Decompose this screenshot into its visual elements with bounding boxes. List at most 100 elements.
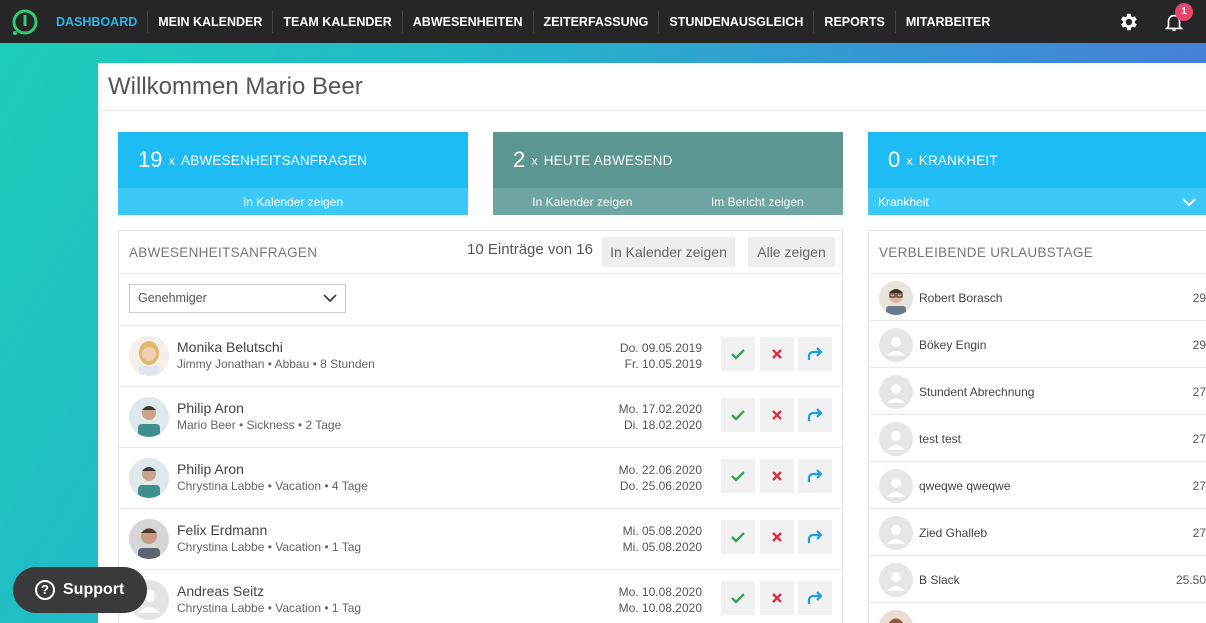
avatar	[879, 375, 913, 409]
vacation-row[interactable]: Stundent Abrechnung 27	[869, 368, 1206, 415]
dashboard-panel: Willkommen Mario Beer 19 x ABWESENHEITSA…	[98, 63, 1206, 623]
nav-dashboard[interactable]: DASHBOARD	[46, 10, 149, 33]
employee-name: Robert Borasch	[919, 291, 1003, 305]
reject-button[interactable]	[760, 581, 794, 615]
page-title: Willkommen Mario Beer	[108, 73, 363, 100]
chevron-down-icon	[323, 294, 337, 303]
forward-icon	[807, 469, 823, 482]
request-from-date: Mo. 10.08.2020	[618, 585, 702, 599]
request-row: Andreas Seitz Chrystina Labbe • Vacation…	[119, 570, 842, 623]
reject-button[interactable]	[760, 398, 794, 432]
requester-name: Andreas Seitz	[177, 583, 265, 599]
app-logo-icon[interactable]	[10, 7, 40, 37]
card-x: x	[906, 152, 913, 168]
nav-zeiterfassung[interactable]: ZEITERFASSUNG	[534, 10, 660, 33]
forward-button[interactable]	[798, 581, 832, 615]
employee-name: qweqwe qweqwe	[919, 479, 1011, 493]
forward-icon	[807, 591, 823, 604]
nav-reports[interactable]: REPORTS	[814, 10, 896, 33]
request-row: Felix Erdmann Chrystina Labbe • Vacation…	[119, 509, 842, 570]
main-nav: DASHBOARD MEIN KALENDER TEAM KALENDER AB…	[46, 0, 1000, 43]
panel-title: ABWESENHEITSANFRAGEN	[129, 244, 318, 260]
request-details: Mario Beer • Sickness • 2 Tage	[177, 418, 342, 432]
avatar	[879, 328, 913, 362]
approve-button[interactable]	[721, 520, 755, 554]
sickness-dropdown[interactable]: Krankheit	[868, 188, 1206, 215]
nav-abwesenheiten[interactable]: ABWESENHEITEN	[403, 10, 534, 33]
nav-stundenausgleich[interactable]: STUNDENAUSGLEICH	[659, 10, 815, 33]
sickness-dropdown-label: Krankheit	[878, 194, 929, 209]
card-label: ABWESENHEITSANFRAGEN	[180, 152, 368, 168]
request-details: Chrystina Labbe • Vacation • 1 Tag	[177, 540, 362, 554]
vacation-row[interactable]: B Slack 25.50	[869, 556, 1206, 603]
request-details: Jimmy Jonathan • Abbau • 8 Stunden	[177, 357, 375, 371]
card-sickness: 0 x KRANKHEIT Krankheit	[868, 132, 1206, 215]
remaining-days: 27	[1192, 526, 1206, 540]
request-from-date: Do. 09.05.2019	[619, 341, 702, 355]
employee-name: test test	[919, 432, 962, 446]
reject-button[interactable]	[760, 337, 794, 371]
show-in-calendar-link[interactable]: In Kalender zeigen	[243, 195, 343, 209]
approve-button[interactable]	[721, 581, 755, 615]
request-row: Philip Aron Mario Beer • Sickness • 2 Ta…	[119, 387, 842, 448]
approve-button[interactable]	[721, 398, 755, 432]
support-label: Support	[63, 581, 125, 598]
forward-button[interactable]	[798, 459, 832, 493]
requester-name: Monika Belutschi	[177, 339, 283, 355]
request-row: Philip Aron Chrystina Labbe • Vacation •…	[119, 448, 842, 509]
avatar	[129, 519, 169, 559]
show-in-report-link[interactable]: Im Bericht zeigen	[711, 195, 804, 209]
request-from-date: Mi. 05.08.2020	[622, 524, 702, 538]
show-all-button[interactable]: Alle zeigen	[748, 237, 835, 267]
reject-button[interactable]	[760, 459, 794, 493]
chevron-down-icon	[1182, 197, 1196, 206]
show-in-calendar-link[interactable]: In Kalender zeigen	[532, 195, 632, 209]
employee-name: Bökey Engin	[919, 338, 987, 352]
nav-team-kalender[interactable]: TEAM KALENDER	[273, 10, 403, 33]
remaining-days: 27	[1192, 432, 1206, 446]
request-to-date: Fr. 10.05.2019	[624, 357, 702, 371]
avatar	[129, 458, 169, 498]
forward-button[interactable]	[798, 520, 832, 554]
request-from-date: Mo. 17.02.2020	[618, 402, 702, 416]
check-icon	[731, 593, 745, 604]
card-absent-today: 2 x HEUTE ABWESEND In Kalender zeigen Im…	[493, 132, 843, 215]
notification-badge: 1	[1175, 3, 1193, 21]
check-icon	[731, 349, 745, 360]
employee-name: B Slack	[919, 573, 960, 587]
card-count: 0	[888, 147, 901, 172]
avatar	[879, 563, 913, 597]
close-icon	[772, 410, 782, 420]
forward-icon	[807, 347, 823, 360]
request-to-date: Di. 18.02.2020	[623, 418, 702, 432]
entries-count: 10 Einträge von 16	[467, 241, 593, 258]
vacation-row[interactable]: Robert Borasch 29	[869, 274, 1206, 321]
vacation-row[interactable]	[869, 603, 1206, 623]
gear-icon[interactable]	[1117, 11, 1139, 33]
vacation-row[interactable]: qweqwe qweqwe 27	[869, 462, 1206, 509]
approver-select[interactable]: Genehmiger	[129, 284, 346, 313]
request-to-date: Mi. 05.08.2020	[622, 540, 702, 554]
panel-title: VERBLEIBENDE URLAUBSTAGE	[879, 244, 1094, 260]
approve-button[interactable]	[721, 337, 755, 371]
vacation-row[interactable]: test test 27	[869, 415, 1206, 462]
nav-mitarbeiter[interactable]: MITARBEITER	[896, 11, 1001, 33]
forward-button[interactable]	[798, 337, 832, 371]
remaining-vacation-panel: VERBLEIBENDE URLAUBSTAGE Robert Borasch …	[868, 230, 1206, 623]
avatar	[879, 469, 913, 503]
approver-select-value: Genehmiger	[138, 291, 207, 305]
reject-button[interactable]	[760, 520, 794, 554]
nav-mein-kalender[interactable]: MEIN KALENDER	[148, 10, 274, 33]
show-in-calendar-button[interactable]: In Kalender zeigen	[602, 237, 735, 267]
card-count: 19	[138, 147, 163, 172]
card-x: x	[531, 152, 538, 168]
close-icon	[772, 349, 782, 359]
vacation-row[interactable]: Zied Ghalleb 27	[869, 509, 1206, 556]
remaining-days: 27	[1192, 385, 1206, 399]
request-to-date: Do. 25.06.2020	[619, 479, 702, 493]
forward-button[interactable]	[798, 398, 832, 432]
support-button[interactable]: ? Support	[13, 567, 147, 613]
approve-button[interactable]	[721, 459, 755, 493]
avatar	[879, 422, 913, 456]
vacation-row[interactable]: Bökey Engin 29	[869, 321, 1206, 368]
